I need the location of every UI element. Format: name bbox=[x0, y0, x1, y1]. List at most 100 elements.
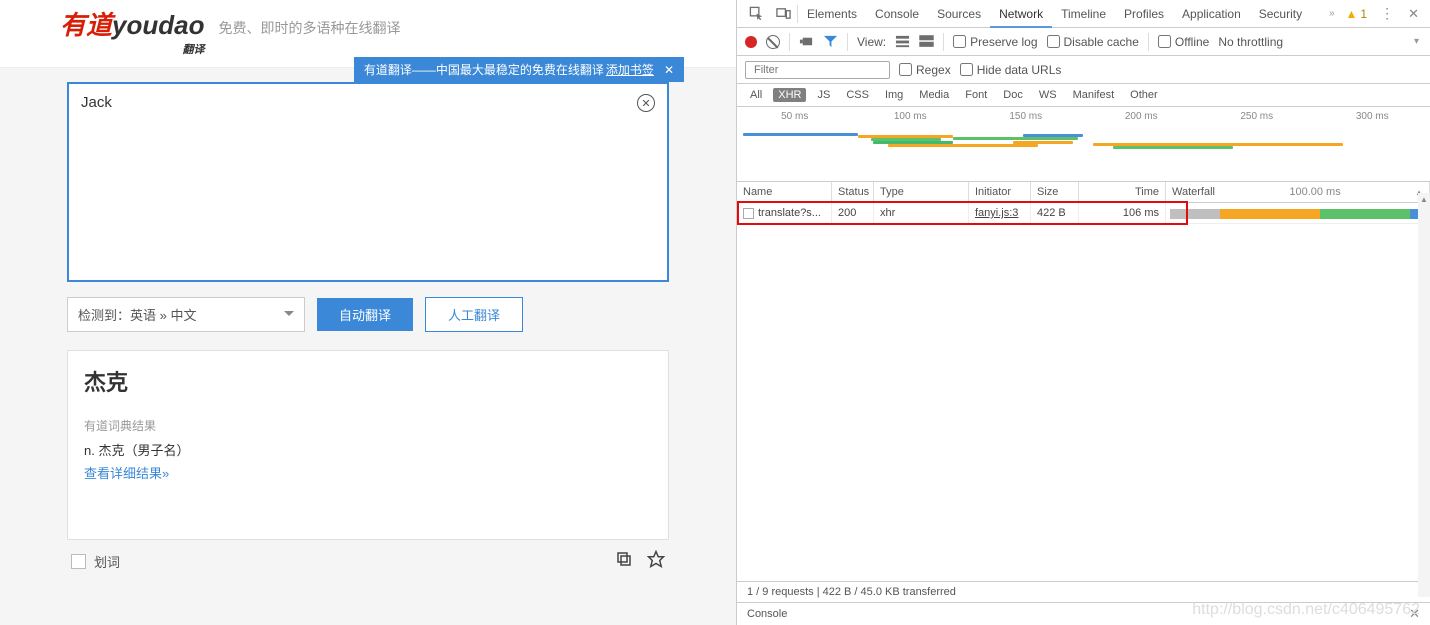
filter-type-manifest[interactable]: Manifest bbox=[1068, 88, 1120, 102]
checkbox-icon[interactable] bbox=[71, 554, 86, 569]
devtools-tab-security[interactable]: Security bbox=[1250, 0, 1311, 28]
filter-input[interactable] bbox=[745, 61, 890, 79]
promo-bar: 有道翻译——中国最大最稳定的免费在线翻译 添加书签 ✕ bbox=[354, 57, 684, 82]
devtools-close-icon[interactable]: ✕ bbox=[1403, 6, 1424, 22]
devtools-pane: ElementsConsoleSourcesNetworkTimelinePro… bbox=[736, 0, 1430, 625]
source-textarea[interactable] bbox=[81, 94, 626, 264]
devtools-tab-elements[interactable]: Elements bbox=[798, 0, 866, 28]
col-time[interactable]: Time bbox=[1079, 182, 1166, 202]
language-dropdown[interactable]: 检测到：英语 » 中文 bbox=[67, 297, 305, 332]
logo-sub: 翻译 bbox=[60, 41, 204, 57]
drawer-close-icon[interactable]: ✕ bbox=[1409, 606, 1420, 622]
result-more-link[interactable]: 查看详细结果» bbox=[84, 463, 169, 482]
result-box: 杰克 有道词典结果 n. 杰克（男子名） 查看详细结果» bbox=[67, 350, 669, 540]
drawer-tab[interactable]: Console bbox=[747, 608, 787, 620]
logo-en: youdao bbox=[112, 10, 204, 40]
copy-icon[interactable] bbox=[615, 550, 633, 573]
devtools-tab-console[interactable]: Console bbox=[866, 0, 928, 28]
cell-size: 422 B bbox=[1031, 203, 1079, 223]
console-drawer[interactable]: Console ✕ bbox=[737, 602, 1430, 625]
col-name[interactable]: Name bbox=[737, 182, 832, 202]
status-footer: 1 / 9 requests | 422 B / 45.0 KB transfe… bbox=[737, 581, 1430, 602]
filter-type-font[interactable]: Font bbox=[960, 88, 992, 102]
result-definition: n. 杰克（男子名） bbox=[84, 440, 652, 459]
filter-type-img[interactable]: Img bbox=[880, 88, 908, 102]
filter-type-all[interactable]: All bbox=[745, 88, 767, 102]
input-box: ✕ bbox=[67, 82, 669, 282]
filter-type-css[interactable]: CSS bbox=[841, 88, 874, 102]
row-checkbox-icon[interactable] bbox=[743, 208, 754, 219]
devtools-tab-network[interactable]: Network bbox=[990, 0, 1052, 28]
devtools-tab-profiles[interactable]: Profiles bbox=[1115, 0, 1173, 28]
devtools-menu-icon[interactable]: ⋮ bbox=[1375, 5, 1399, 22]
filter-type-doc[interactable]: Doc bbox=[998, 88, 1028, 102]
type-filter-tabs: All XHR JS CSS Img Media Font Doc WS Manifest Othe… bbox=[737, 84, 1430, 107]
regex-option[interactable]: Regex bbox=[899, 63, 951, 77]
devtools-tab-application[interactable]: Application bbox=[1173, 0, 1250, 28]
star-icon[interactable] bbox=[647, 550, 665, 573]
cell-name: translate?s... bbox=[737, 203, 832, 223]
table-row[interactable]: translate?s... 200 xhr fanyi.js:3 422 B … bbox=[737, 203, 1430, 224]
devtools-tab-sources[interactable]: Sources bbox=[928, 0, 990, 28]
throttle-dropdown[interactable]: No throttling bbox=[1218, 35, 1283, 49]
col-waterfall[interactable]: Waterfall 100.00 ms ▲ bbox=[1166, 182, 1430, 202]
network-table: Name Status Type Initiator Size Time Wat… bbox=[737, 182, 1430, 224]
cell-type: xhr bbox=[874, 203, 969, 223]
clear-icon[interactable] bbox=[766, 35, 780, 49]
logo-cn: 有道 bbox=[60, 10, 112, 40]
result-title: 杰克 bbox=[84, 365, 652, 397]
col-initiator[interactable]: Initiator bbox=[969, 182, 1031, 202]
tagline: 免费、即时的多语种在线翻译 bbox=[218, 18, 400, 38]
scrollbar[interactable]: ▲ bbox=[1418, 193, 1430, 597]
capture-icon[interactable] bbox=[799, 34, 814, 49]
footer-icons bbox=[615, 550, 665, 573]
warning-icon: ▲ bbox=[1346, 7, 1358, 21]
logo[interactable]: 有道youdao 翻译 bbox=[60, 12, 204, 57]
preserve-log-option[interactable]: Preserve log bbox=[953, 35, 1037, 49]
view-list-icon[interactable] bbox=[895, 34, 910, 49]
cell-initiator[interactable]: fanyi.js:3 bbox=[969, 203, 1031, 223]
device-icon[interactable] bbox=[770, 6, 797, 21]
warning-badge[interactable]: ▲1 bbox=[1342, 7, 1372, 21]
chevron-down-icon bbox=[284, 311, 294, 321]
promo-text: 有道翻译——中国最大最稳定的免费在线翻译 bbox=[364, 61, 604, 78]
devtools-tabs: ElementsConsoleSourcesNetworkTimelinePro… bbox=[737, 0, 1430, 28]
cell-status: 200 bbox=[832, 203, 874, 223]
filter-type-media[interactable]: Media bbox=[914, 88, 954, 102]
human-translate-button[interactable]: 人工翻译 bbox=[425, 297, 523, 332]
timeline-ruler: 50 ms100 ms150 ms200 ms250 ms300 ms bbox=[737, 111, 1430, 122]
filter-icon[interactable] bbox=[823, 34, 838, 49]
filter-type-xhr[interactable]: XHR bbox=[773, 88, 806, 102]
table-header: Name Status Type Initiator Size Time Wat… bbox=[737, 182, 1430, 203]
table-empty-area bbox=[737, 224, 1430, 581]
huaci-label: 划词 bbox=[94, 552, 120, 571]
col-size[interactable]: Size bbox=[1031, 182, 1079, 202]
disable-cache-option[interactable]: Disable cache bbox=[1047, 35, 1139, 49]
dropdown-label: 检测到：英语 » 中文 bbox=[78, 305, 196, 324]
filter-type-other[interactable]: Other bbox=[1125, 88, 1163, 102]
huaci-toggle[interactable]: 划词 bbox=[71, 552, 120, 571]
timeline[interactable]: 50 ms100 ms150 ms200 ms250 ms300 ms bbox=[737, 107, 1430, 182]
footer: 划词 bbox=[67, 550, 669, 573]
devtools-tab-timeline[interactable]: Timeline bbox=[1052, 0, 1115, 28]
hide-dataurls-option[interactable]: Hide data URLs bbox=[960, 63, 1062, 77]
promo-link[interactable]: 添加书签 bbox=[606, 61, 654, 78]
controls: 检测到：英语 » 中文 自动翻译 人工翻译 bbox=[67, 297, 669, 332]
clear-icon[interactable]: ✕ bbox=[637, 94, 655, 112]
offline-option[interactable]: Offline bbox=[1158, 35, 1209, 49]
col-type[interactable]: Type bbox=[874, 182, 969, 202]
col-status[interactable]: Status bbox=[832, 182, 874, 202]
record-icon[interactable] bbox=[745, 36, 757, 48]
auto-translate-button[interactable]: 自动翻译 bbox=[317, 298, 413, 331]
filter-type-js[interactable]: JS bbox=[812, 88, 835, 102]
tabs-overflow-icon[interactable]: » bbox=[1326, 8, 1338, 19]
cell-time: 106 ms bbox=[1079, 203, 1166, 223]
chevron-down-icon[interactable]: ▾ bbox=[1411, 36, 1422, 47]
youdao-pane: 有道youdao 翻译 免费、即时的多语种在线翻译 有道翻译——中国最大最稳定的… bbox=[0, 0, 736, 625]
content: ✕ 检测到：英语 » 中文 自动翻译 人工翻译 杰克 有道词典结果 n. 杰克（… bbox=[0, 68, 736, 573]
timeline-bars bbox=[743, 129, 1424, 177]
promo-close-icon[interactable]: ✕ bbox=[664, 63, 674, 77]
filter-type-ws[interactable]: WS bbox=[1034, 88, 1062, 102]
view-large-icon[interactable] bbox=[919, 34, 934, 49]
inspect-icon[interactable] bbox=[743, 6, 770, 21]
